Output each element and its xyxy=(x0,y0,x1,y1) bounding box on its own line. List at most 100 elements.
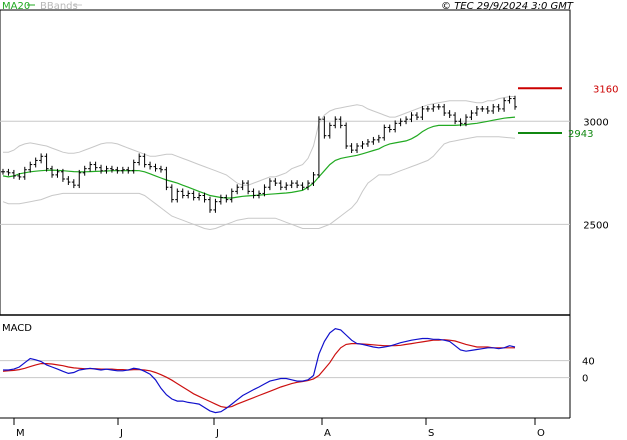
price-bar xyxy=(360,141,365,149)
price-bar xyxy=(148,161,153,170)
price-bar xyxy=(453,112,458,125)
price-bar xyxy=(246,180,251,195)
price-bar xyxy=(284,182,289,191)
price-bar xyxy=(66,176,71,185)
price-bar xyxy=(316,116,321,178)
price-bar xyxy=(158,165,163,173)
price-bar xyxy=(382,124,387,141)
macd-tick-labels: 40 0 xyxy=(582,357,595,385)
price-bar xyxy=(137,153,142,166)
price-panel-frame xyxy=(0,9,571,316)
price-bar xyxy=(109,165,114,173)
price-bar xyxy=(414,112,419,121)
level-lines: 3160 2943 xyxy=(518,84,618,140)
month-label: A xyxy=(324,428,331,439)
price-bar xyxy=(442,103,447,116)
price-bar xyxy=(371,136,376,145)
price-bar xyxy=(344,122,349,149)
price-bar xyxy=(474,106,479,116)
month-label: J xyxy=(119,428,123,439)
price-bar xyxy=(180,188,185,199)
price-tick-label: 3000 xyxy=(583,117,608,128)
price-bar xyxy=(191,190,196,201)
price-bar xyxy=(207,196,212,213)
price-bar xyxy=(175,188,180,203)
price-bar xyxy=(469,110,474,121)
price-bar xyxy=(197,192,202,201)
price-bar xyxy=(295,180,300,189)
price-bar xyxy=(289,180,294,189)
price-bar xyxy=(376,134,381,143)
price-bar xyxy=(131,159,136,174)
price-bar xyxy=(164,166,169,191)
price-bar xyxy=(186,190,191,199)
macd-series-line xyxy=(3,328,516,414)
month-label: S xyxy=(428,428,434,439)
signal-series-line xyxy=(2,339,515,409)
price-bar xyxy=(502,97,507,112)
price-bar xyxy=(11,169,16,179)
price-bar xyxy=(480,106,485,112)
macd-lines xyxy=(2,328,516,414)
price-bar xyxy=(349,143,354,154)
bbands-lower-line xyxy=(2,136,516,231)
price-bar xyxy=(229,188,234,203)
month-label: O xyxy=(537,428,545,439)
price-bar xyxy=(235,184,240,195)
macd-tick-label: 40 xyxy=(582,357,595,368)
price-bar xyxy=(327,122,332,139)
price-bar xyxy=(267,178,272,191)
price-bar xyxy=(491,103,496,114)
ma-legend-label: MA20 xyxy=(2,1,30,12)
price-bar xyxy=(485,106,490,114)
price-bar xyxy=(322,116,327,139)
price-bar xyxy=(104,165,109,174)
price-bar xyxy=(142,153,147,168)
price-bar xyxy=(88,161,93,172)
price-bar xyxy=(387,124,392,133)
price-bar xyxy=(213,198,218,213)
price-bar xyxy=(278,180,283,191)
price-bar xyxy=(82,165,87,176)
bbands-legend-label: BBands xyxy=(40,1,78,12)
stock-chart: 3160 2943 2500 3000 40 0 M J J A S O MA20 BBands… xyxy=(0,1,618,439)
price-bar xyxy=(393,120,398,133)
price-bar xyxy=(33,157,38,168)
price-bar xyxy=(496,103,501,112)
timestamp: © TEC 29/9/2024 3:0 GMT xyxy=(441,1,574,12)
month-label: M xyxy=(16,428,25,439)
ma20-series-line xyxy=(2,116,516,199)
price-bar xyxy=(436,103,441,110)
price-bar xyxy=(355,143,360,154)
price-bar xyxy=(50,165,55,178)
macd-title: MACD xyxy=(2,323,32,334)
price-bar xyxy=(447,110,452,118)
price-bar xyxy=(513,95,517,110)
price-bar xyxy=(420,106,425,121)
resistance-label: 3160 xyxy=(593,84,618,95)
support-label: 2943 xyxy=(568,129,593,140)
price-bar xyxy=(1,168,5,175)
price-bar xyxy=(44,153,49,172)
price-bar xyxy=(273,178,278,187)
price-bar xyxy=(425,106,430,112)
price-bar xyxy=(404,116,409,125)
price-bar xyxy=(169,184,174,203)
bbands-lines xyxy=(2,96,516,231)
price-bar xyxy=(218,194,223,205)
price-bar xyxy=(398,118,403,127)
price-bar xyxy=(338,116,343,129)
month-axis: MJJASO xyxy=(13,418,545,439)
price-bar xyxy=(153,163,158,172)
price-bar xyxy=(365,138,370,147)
price-bar xyxy=(6,168,11,176)
ma20-line xyxy=(2,116,516,199)
price-bar xyxy=(71,179,76,189)
price-tick-label: 2500 xyxy=(583,220,608,231)
price-bar xyxy=(77,169,82,189)
price-bar xyxy=(431,103,436,112)
price-bar xyxy=(409,112,414,123)
price-bar xyxy=(99,164,104,174)
price-bar xyxy=(333,116,338,129)
month-label: J xyxy=(215,428,219,439)
